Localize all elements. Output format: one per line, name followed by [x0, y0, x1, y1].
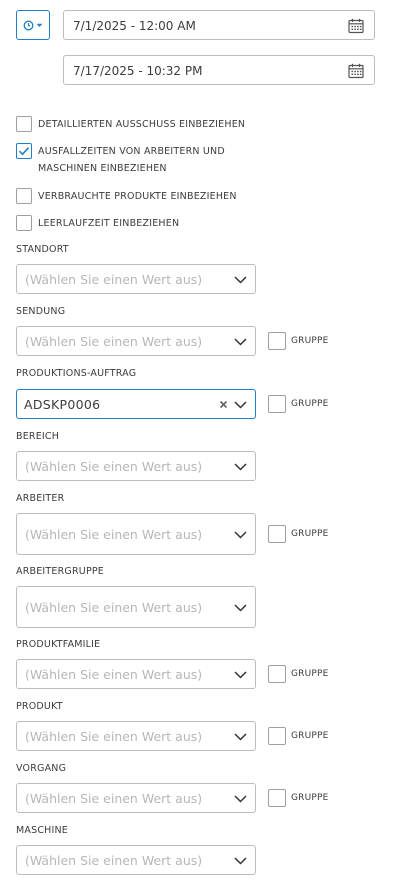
sendung-select[interactable]: (Wählen Sie einen Wert aus)	[16, 326, 256, 356]
checkbox-checked[interactable]	[16, 143, 32, 159]
time-preset-button[interactable]	[16, 10, 50, 40]
start-date-field[interactable]: 7/1/2025 - 12:00 AM	[63, 10, 375, 40]
placeholder: (Wählen Sie einen Wert aus)	[25, 853, 203, 868]
chevron-down-icon	[234, 604, 247, 612]
option-label-line2: MASCHINEN EINBEZIEHEN	[38, 163, 167, 174]
standort-select[interactable]: (Wählen Sie einen Wert aus)	[16, 264, 256, 294]
selected-value: ADSKP0006	[24, 397, 101, 412]
produktfamilie-group-toggle[interactable]: GRUPPE	[268, 665, 329, 683]
chevron-down-icon	[234, 857, 247, 865]
arbeiter-group-toggle[interactable]: GRUPPE	[268, 525, 329, 543]
produktionsauftrag-label: PRODUKTIONS-AUFTRAG	[16, 368, 137, 379]
group-label: GRUPPE	[291, 731, 329, 741]
produkt-select[interactable]: (Wählen Sie einen Wert aus)	[16, 721, 256, 751]
checkbox[interactable]	[16, 188, 32, 204]
placeholder: (Wählen Sie einen Wert aus)	[25, 334, 203, 349]
vorgang-group-toggle[interactable]: GRUPPE	[268, 789, 329, 807]
chevron-down-icon	[234, 463, 247, 471]
option-consumed-products[interactable]: VERBRAUCHTE PRODUKTE EINBEZIEHEN	[16, 188, 237, 205]
placeholder: (Wählen Sie einen Wert aus)	[25, 272, 203, 287]
chevron-down-icon	[234, 276, 247, 284]
bereich-select[interactable]: (Wählen Sie einen Wert aus)	[16, 451, 256, 481]
chevron-down-icon	[234, 338, 247, 346]
calendar-icon[interactable]	[348, 18, 364, 34]
sendung-group-toggle[interactable]: GRUPPE	[268, 332, 329, 350]
option-label: DETAILLIERTEN AUSSCHUSS EINBEZIEHEN	[38, 119, 246, 130]
option-downtime[interactable]: AUSFALLZEITEN VON ARBEITERN UND MASCHINE…	[16, 143, 225, 177]
group-label: GRUPPE	[291, 336, 329, 346]
chevron-down-icon	[234, 531, 247, 539]
group-checkbox[interactable]	[268, 395, 286, 413]
clock-icon	[23, 20, 34, 30]
produktionsauftrag-group-toggle[interactable]: GRUPPE	[268, 395, 329, 413]
end-date-field[interactable]: 7/17/2025 - 10:32 PM	[63, 55, 375, 85]
arbeitergruppe-select[interactable]: (Wählen Sie einen Wert aus)	[16, 586, 256, 628]
group-label: GRUPPE	[291, 399, 329, 409]
checkbox[interactable]	[16, 116, 32, 132]
produktionsauftrag-select[interactable]: ADSKP0006	[16, 389, 256, 419]
caret-down-icon	[36, 23, 43, 27]
calendar-icon[interactable]	[348, 63, 364, 79]
option-label: VERBRAUCHTE PRODUKTE EINBEZIEHEN	[38, 191, 237, 202]
arbeiter-label: ARBEITER	[16, 493, 65, 504]
group-checkbox[interactable]	[268, 525, 286, 543]
group-label: GRUPPE	[291, 529, 329, 539]
placeholder: (Wählen Sie einen Wert aus)	[25, 791, 203, 806]
group-checkbox[interactable]	[268, 665, 286, 683]
placeholder: (Wählen Sie einen Wert aus)	[25, 459, 203, 474]
start-date-value: 7/1/2025 - 12:00 AM	[73, 19, 196, 33]
chevron-down-icon	[234, 795, 247, 803]
maschine-label: MASCHINE	[16, 825, 69, 836]
chevron-down-icon	[234, 401, 247, 409]
group-checkbox[interactable]	[268, 727, 286, 745]
arbeitergruppe-label: ARBEITERGRUPPE	[16, 566, 105, 577]
produktfamilie-label: PRODUKTFAMILIE	[16, 639, 101, 650]
option-detailed-scrap[interactable]: DETAILLIERTEN AUSSCHUSS EINBEZIEHEN	[16, 116, 245, 133]
standort-label: STANDORT	[16, 244, 69, 255]
group-label: GRUPPE	[291, 793, 329, 803]
chevron-down-icon	[234, 733, 247, 741]
group-label: GRUPPE	[291, 669, 329, 679]
option-label: LEERLAUFZEIT EINBEZIEHEN	[38, 218, 180, 229]
group-checkbox[interactable]	[268, 789, 286, 807]
option-idle-time[interactable]: LEERLAUFZEIT EINBEZIEHEN	[16, 215, 179, 232]
end-date-value: 7/17/2025 - 10:32 PM	[73, 64, 203, 78]
maschine-select[interactable]: (Wählen Sie einen Wert aus)	[16, 845, 256, 875]
placeholder: (Wählen Sie einen Wert aus)	[25, 729, 203, 744]
option-label: AUSFALLZEITEN VON ARBEITERN UND	[38, 146, 225, 157]
sendung-label: SENDUNG	[16, 306, 66, 317]
clear-icon[interactable]	[219, 400, 228, 409]
checkbox[interactable]	[16, 215, 32, 231]
group-checkbox[interactable]	[268, 332, 286, 350]
placeholder: (Wählen Sie einen Wert aus)	[25, 667, 203, 682]
produktfamilie-select[interactable]: (Wählen Sie einen Wert aus)	[16, 659, 256, 689]
produkt-label: PRODUKT	[16, 701, 63, 712]
vorgang-select[interactable]: (Wählen Sie einen Wert aus)	[16, 783, 256, 813]
vorgang-label: VORGANG	[16, 763, 67, 774]
placeholder: (Wählen Sie einen Wert aus)	[25, 527, 203, 542]
chevron-down-icon	[234, 671, 247, 679]
produkt-group-toggle[interactable]: GRUPPE	[268, 727, 329, 745]
bereich-label: BEREICH	[16, 431, 60, 442]
placeholder: (Wählen Sie einen Wert aus)	[25, 600, 203, 615]
check-icon	[18, 147, 30, 156]
arbeiter-select[interactable]: (Wählen Sie einen Wert aus)	[16, 513, 256, 555]
